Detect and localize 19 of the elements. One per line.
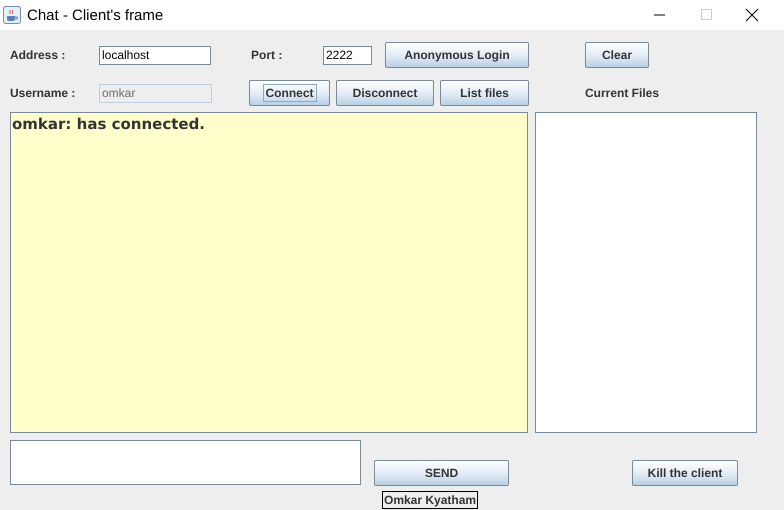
files-list[interactable]: [535, 112, 757, 433]
list-files-button[interactable]: List files: [440, 80, 529, 106]
coffee-cup-icon: [3, 6, 21, 24]
current-files-label: Current Files: [585, 86, 660, 100]
port-label: Port :: [251, 48, 284, 62]
connect-button[interactable]: Connect: [249, 80, 330, 106]
address-label: Address :: [10, 48, 66, 62]
disconnect-button[interactable]: Disconnect: [336, 80, 434, 106]
port-field[interactable]: 2222: [323, 46, 372, 64]
chat-message: omkar: has connected.: [12, 115, 206, 133]
kill-button[interactable]: Kill the client: [632, 460, 738, 486]
window-title: Chat - Client's frame: [27, 6, 164, 24]
clear-button[interactable]: Clear: [585, 42, 649, 68]
send-button[interactable]: SEND: [374, 460, 509, 486]
address-field[interactable]: localhost: [99, 46, 211, 64]
author-label: Omkar Kyatham: [382, 491, 478, 509]
message-field[interactable]: [10, 440, 361, 485]
username-label: Username :: [10, 86, 76, 100]
anonymous-button[interactable]: Anonymous Login: [385, 42, 529, 68]
